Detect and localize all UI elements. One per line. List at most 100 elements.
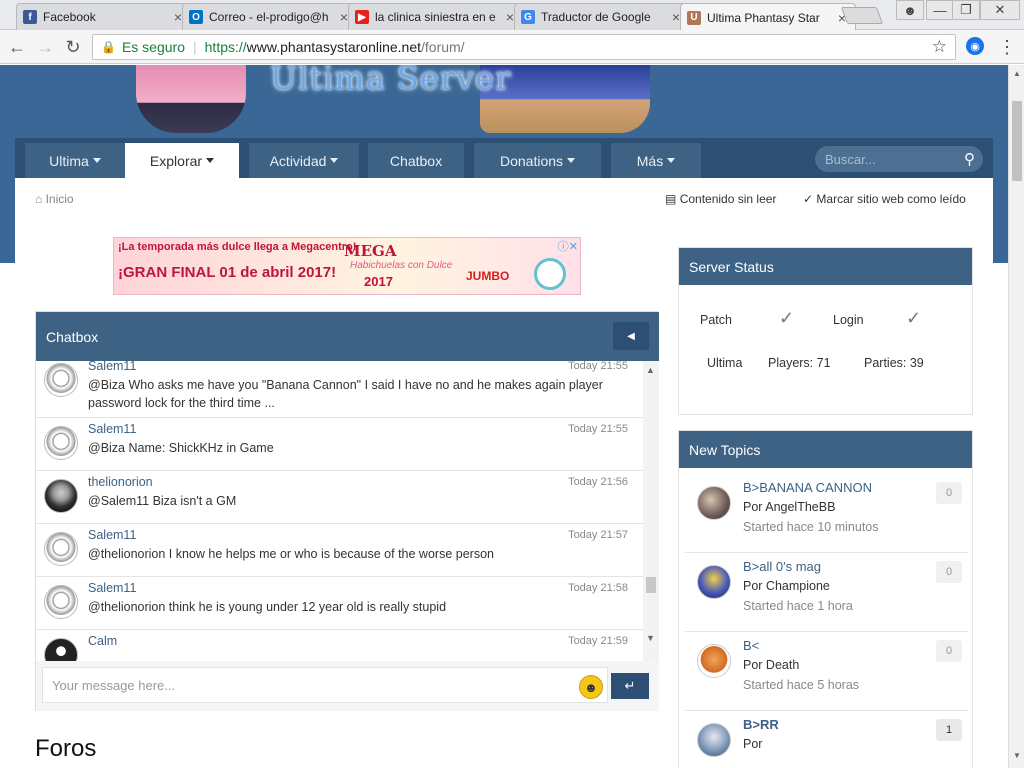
topic-item[interactable]: B< Por Death Started hace 5 horas 0 (685, 632, 968, 711)
breadcrumb-home[interactable]: Inicio (46, 192, 74, 206)
profile-icon[interactable]: ☻ (896, 0, 924, 20)
browser-tab-facebook[interactable]: f Facebook × (16, 3, 192, 30)
reload-icon[interactable]: ↻ (62, 36, 84, 58)
chat-text: @thelionorion think he is young under 12… (88, 600, 447, 614)
forward-icon[interactable]: → (34, 36, 56, 58)
topic-author: Por AngelTheBB (743, 500, 836, 514)
scroll-down-icon[interactable]: ▼ (646, 633, 655, 643)
avatar[interactable] (697, 486, 731, 520)
topic-item[interactable]: B>RR Por 1 (685, 711, 968, 768)
topic-author: Por (743, 737, 763, 751)
topic-title[interactable]: B< (743, 638, 759, 653)
bookmark-star-icon[interactable]: ☆ (932, 37, 947, 57)
facebook-favicon-icon: f (23, 10, 37, 24)
chat-username[interactable]: Salem11 (88, 528, 136, 542)
tab-title: Correo - el-prodigo@h (209, 10, 329, 24)
chat-timestamp: Today 21:59 (568, 635, 628, 647)
chat-username[interactable]: Calm (88, 634, 117, 648)
chat-timestamp: Today 21:55 (568, 423, 628, 435)
topic-title[interactable]: B>RR (743, 717, 779, 732)
chatbox: Chatbox ◀ Salem11 Today 21:55 @Biza Who … (35, 311, 659, 711)
send-message-button[interactable]: ↵ (611, 673, 649, 699)
avatar[interactable] (44, 532, 78, 566)
lock-icon: 🔒 (101, 40, 116, 54)
avatar[interactable] (697, 723, 731, 757)
document-icon: ▤ (665, 192, 677, 206)
chat-message-input[interactable]: Your message here... (42, 667, 608, 703)
search-icon[interactable]: ⚲ (964, 150, 975, 168)
ad-tagline: Habichuelas con Dulce (350, 260, 453, 271)
page-scrollbar[interactable]: ▲ ▼ (1008, 65, 1024, 768)
nav-label: Chatbox (389, 152, 443, 169)
chat-message-list[interactable]: Salem11 Today 21:55 @Biza Who asks me ha… (36, 361, 643, 661)
topic-title[interactable]: B>BANANA CANNON (743, 480, 872, 495)
minimize-icon[interactable]: — (926, 0, 954, 20)
browser-tabstrip: f Facebook × O Correo - el-prodigo@h × ▶… (0, 0, 1024, 31)
nav-donations[interactable]: Donations (474, 143, 601, 178)
restore-icon[interactable]: ❐ (952, 0, 980, 20)
breadcrumb[interactable]: ⌂ Inicio (35, 192, 74, 206)
address-bar[interactable]: 🔒 Es seguro | https://www.phantasystaron… (92, 34, 956, 60)
scroll-thumb[interactable] (1012, 101, 1022, 181)
new-topics-title: New Topics (679, 431, 972, 468)
browser-toolbar: ← → ↻ 🔒 Es seguro | https://www.phantasy… (0, 30, 1024, 64)
browser-menu-icon[interactable]: ⋮ (998, 36, 1016, 58)
topic-title[interactable]: B>all 0's mag (743, 559, 821, 574)
emoji-icon[interactable]: ☻ (579, 675, 603, 699)
tab-title: Traductor de Google (541, 10, 651, 24)
chat-username[interactable]: thelionorion (88, 475, 153, 489)
ultima-label: Ultima (707, 356, 743, 370)
scroll-up-icon[interactable]: ▲ (646, 365, 655, 375)
mark-read-link[interactable]: ✓ Marcar sitio web como leído (803, 192, 966, 206)
avatar[interactable] (44, 363, 78, 397)
chevron-down-icon (667, 158, 676, 163)
page-content: ⌂ Inicio ▤ Contenido sin leer ✓ Marcar s… (15, 178, 993, 768)
topic-item[interactable]: B>BANANA CANNON Por AngelTheBB Started h… (685, 474, 968, 553)
avatar[interactable] (44, 479, 78, 513)
collapse-chatbox-button[interactable]: ◀ (613, 322, 649, 350)
nav-ultima[interactable]: Ultima (25, 143, 125, 178)
nav-explorar[interactable]: Explorar (125, 143, 239, 178)
avatar[interactable] (697, 565, 731, 599)
ad-banner[interactable]: ¡La temporada más dulce llega a Megacent… (113, 237, 581, 295)
nav-mas[interactable]: Más (611, 143, 701, 178)
extension-icon[interactable]: ◉ (966, 37, 984, 55)
nav-chatbox[interactable]: Chatbox (368, 143, 464, 178)
close-window-icon[interactable]: ✕ (980, 0, 1020, 20)
patch-label: Patch (700, 313, 732, 327)
search-placeholder: Buscar... (825, 151, 876, 167)
browser-tab-ultima[interactable]: U Ultima Phantasy Star × (680, 3, 856, 31)
chat-username[interactable]: Salem11 (88, 422, 136, 436)
new-tab-button[interactable] (840, 7, 884, 24)
tab-title: Facebook (43, 10, 96, 24)
site-logo[interactable]: Ultima Server (270, 65, 511, 97)
forums-heading: Foros (35, 735, 97, 762)
ultima-favicon-icon: U (687, 10, 701, 25)
scroll-thumb[interactable] (646, 577, 656, 593)
avatar[interactable] (697, 644, 731, 678)
unread-content-link[interactable]: ▤ Contenido sin leer (665, 192, 776, 206)
main-nav: Ultima Explorar Actividad Chatbox Donati… (15, 138, 993, 178)
reply-count-badge: 1 (936, 719, 962, 741)
avatar[interactable] (44, 638, 78, 661)
scroll-down-icon[interactable]: ▼ (1013, 751, 1021, 760)
chat-scrollbar[interactable]: ▲ ▼ (643, 361, 659, 661)
check-icon: ✓ (803, 192, 814, 206)
back-icon[interactable]: ← (6, 36, 28, 58)
chevron-down-icon (92, 158, 101, 163)
search-input[interactable]: Buscar... ⚲ (815, 146, 983, 172)
ad-close-icon[interactable]: ⓘ✕ (558, 238, 578, 254)
chat-username[interactable]: Salem11 (88, 361, 136, 373)
topic-item[interactable]: B>all 0's mag Por Champione Started hace… (685, 553, 968, 632)
chat-username[interactable]: Salem11 (88, 581, 136, 595)
scroll-up-icon[interactable]: ▲ (1013, 69, 1021, 78)
chat-placeholder: Your message here... (52, 677, 176, 693)
browser-tab-correo[interactable]: O Correo - el-prodigo@h × (182, 3, 358, 30)
avatar[interactable] (44, 426, 78, 460)
browser-tab-translate[interactable]: G Traductor de Google × (514, 3, 690, 30)
browser-tab-youtube[interactable]: ▶ la clinica siniestra en e × (348, 3, 524, 30)
chatbox-header: Chatbox ◀ (36, 312, 659, 361)
avatar[interactable] (44, 585, 78, 619)
secure-label: Es seguro (121, 39, 185, 55)
nav-actividad[interactable]: Actividad (249, 143, 359, 178)
